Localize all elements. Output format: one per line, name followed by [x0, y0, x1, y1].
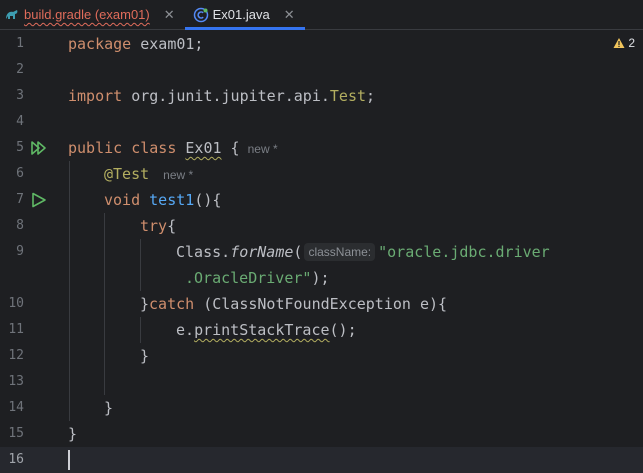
string-literal: "oracle.jdbc.driver	[378, 243, 550, 261]
keyword: public class	[68, 139, 177, 157]
tab-label: build.gradle (exam01)	[24, 7, 150, 22]
line-number: 2	[16, 62, 24, 77]
keyword: import	[68, 87, 123, 105]
tab-label: Ex01.java	[212, 7, 270, 22]
close-icon[interactable]: ✕	[164, 7, 175, 23]
code-text: );	[311, 269, 330, 287]
code-text: Class.	[176, 243, 231, 261]
close-icon[interactable]: ✕	[284, 7, 295, 23]
code-line-5: public class Ex01 { new *	[68, 135, 278, 162]
line-number: 11	[8, 322, 24, 337]
author-hint: new *	[247, 142, 278, 156]
run-test-icon[interactable]	[30, 191, 48, 209]
method-name: forName	[230, 243, 294, 261]
annotation: @Test	[104, 165, 150, 183]
code-text: {	[221, 139, 240, 157]
code-text: org.junit.jupiter.api.	[122, 87, 330, 105]
code-line-8: try{	[140, 213, 176, 239]
code-text: }	[140, 295, 150, 313]
code-text: exam01;	[131, 35, 204, 53]
code-line-14: }	[104, 395, 113, 421]
code-text: (	[293, 243, 303, 261]
line-number: 8	[16, 218, 24, 233]
indent-guide	[69, 161, 70, 421]
code-line-11: e.printStackTrace();	[176, 317, 357, 343]
tab-ex01-java[interactable]: Ex01.java ✕	[184, 0, 305, 30]
indent-guide	[104, 213, 105, 395]
code-line-6: @Test new *	[104, 161, 193, 188]
keyword: package	[68, 35, 132, 53]
code-text: }	[140, 347, 150, 365]
code-editor[interactable]: 2 1 2 3 4 5 6 7 8 9 10 11 12 13 14 15 16…	[0, 30, 643, 473]
string-literal: .OracleDriver"	[185, 269, 312, 287]
inspection-warnings[interactable]: 2	[613, 36, 635, 50]
line-number: 3	[16, 88, 24, 103]
line-number: 9	[16, 244, 24, 259]
warning-count: 2	[628, 36, 635, 50]
line-number: 7	[16, 192, 24, 207]
class-name: Test	[329, 87, 367, 105]
line-number: 12	[8, 348, 24, 363]
class-name: Ex01	[185, 139, 222, 157]
code-line-15: }	[68, 421, 77, 447]
code-line-1: package exam01;	[68, 31, 203, 57]
line-number: 6	[16, 166, 24, 181]
line-number: 16	[8, 452, 24, 467]
code-text: ;	[366, 87, 376, 105]
warning-icon	[613, 38, 625, 48]
code-text: {	[167, 217, 177, 235]
tab-build-gradle[interactable]: build.gradle (exam01) ✕	[0, 0, 185, 29]
code-text: ();	[329, 321, 357, 339]
code-line-10: }catch (ClassNotFoundException e){	[140, 291, 447, 317]
code-text: }	[104, 399, 114, 417]
text-caret	[68, 450, 70, 470]
editor-tab-bar: build.gradle (exam01) ✕ Ex01.java ✕	[0, 0, 643, 30]
code-line-12: }	[140, 343, 149, 369]
line-number: 10	[8, 296, 24, 311]
code-text: (){	[194, 191, 222, 209]
indent-guide	[140, 239, 141, 291]
line-number: 5	[16, 140, 24, 155]
keyword: catch	[149, 295, 195, 313]
code-line-7: void test1(){	[104, 187, 221, 213]
keyword: void	[104, 191, 141, 209]
method-name: printStackTrace	[194, 321, 330, 339]
current-line-highlight	[0, 447, 643, 473]
java-class-icon	[193, 7, 209, 23]
code-text: }	[68, 425, 78, 443]
line-number: 4	[16, 114, 24, 129]
code-line-3: import org.junit.jupiter.api.Test;	[68, 83, 375, 109]
code-line-9-wrap: .OracleDriver");	[185, 265, 330, 291]
gradle-icon	[4, 7, 20, 23]
parameter-hint: className:	[304, 243, 376, 261]
author-hint: new *	[163, 168, 194, 182]
method-name: test1	[149, 191, 195, 209]
indent-guide	[140, 317, 141, 343]
run-all-tests-icon[interactable]	[30, 139, 48, 157]
keyword: try	[140, 217, 168, 235]
code-line-9: Class.forName(className: "oracle.jdbc.dri…	[176, 239, 550, 265]
code-text: e.	[176, 321, 195, 339]
line-number: 14	[8, 400, 24, 415]
code-text: (ClassNotFoundException e){	[194, 295, 448, 313]
line-number: 1	[16, 36, 24, 51]
line-number: 13	[8, 374, 24, 389]
line-number: 15	[8, 426, 24, 441]
